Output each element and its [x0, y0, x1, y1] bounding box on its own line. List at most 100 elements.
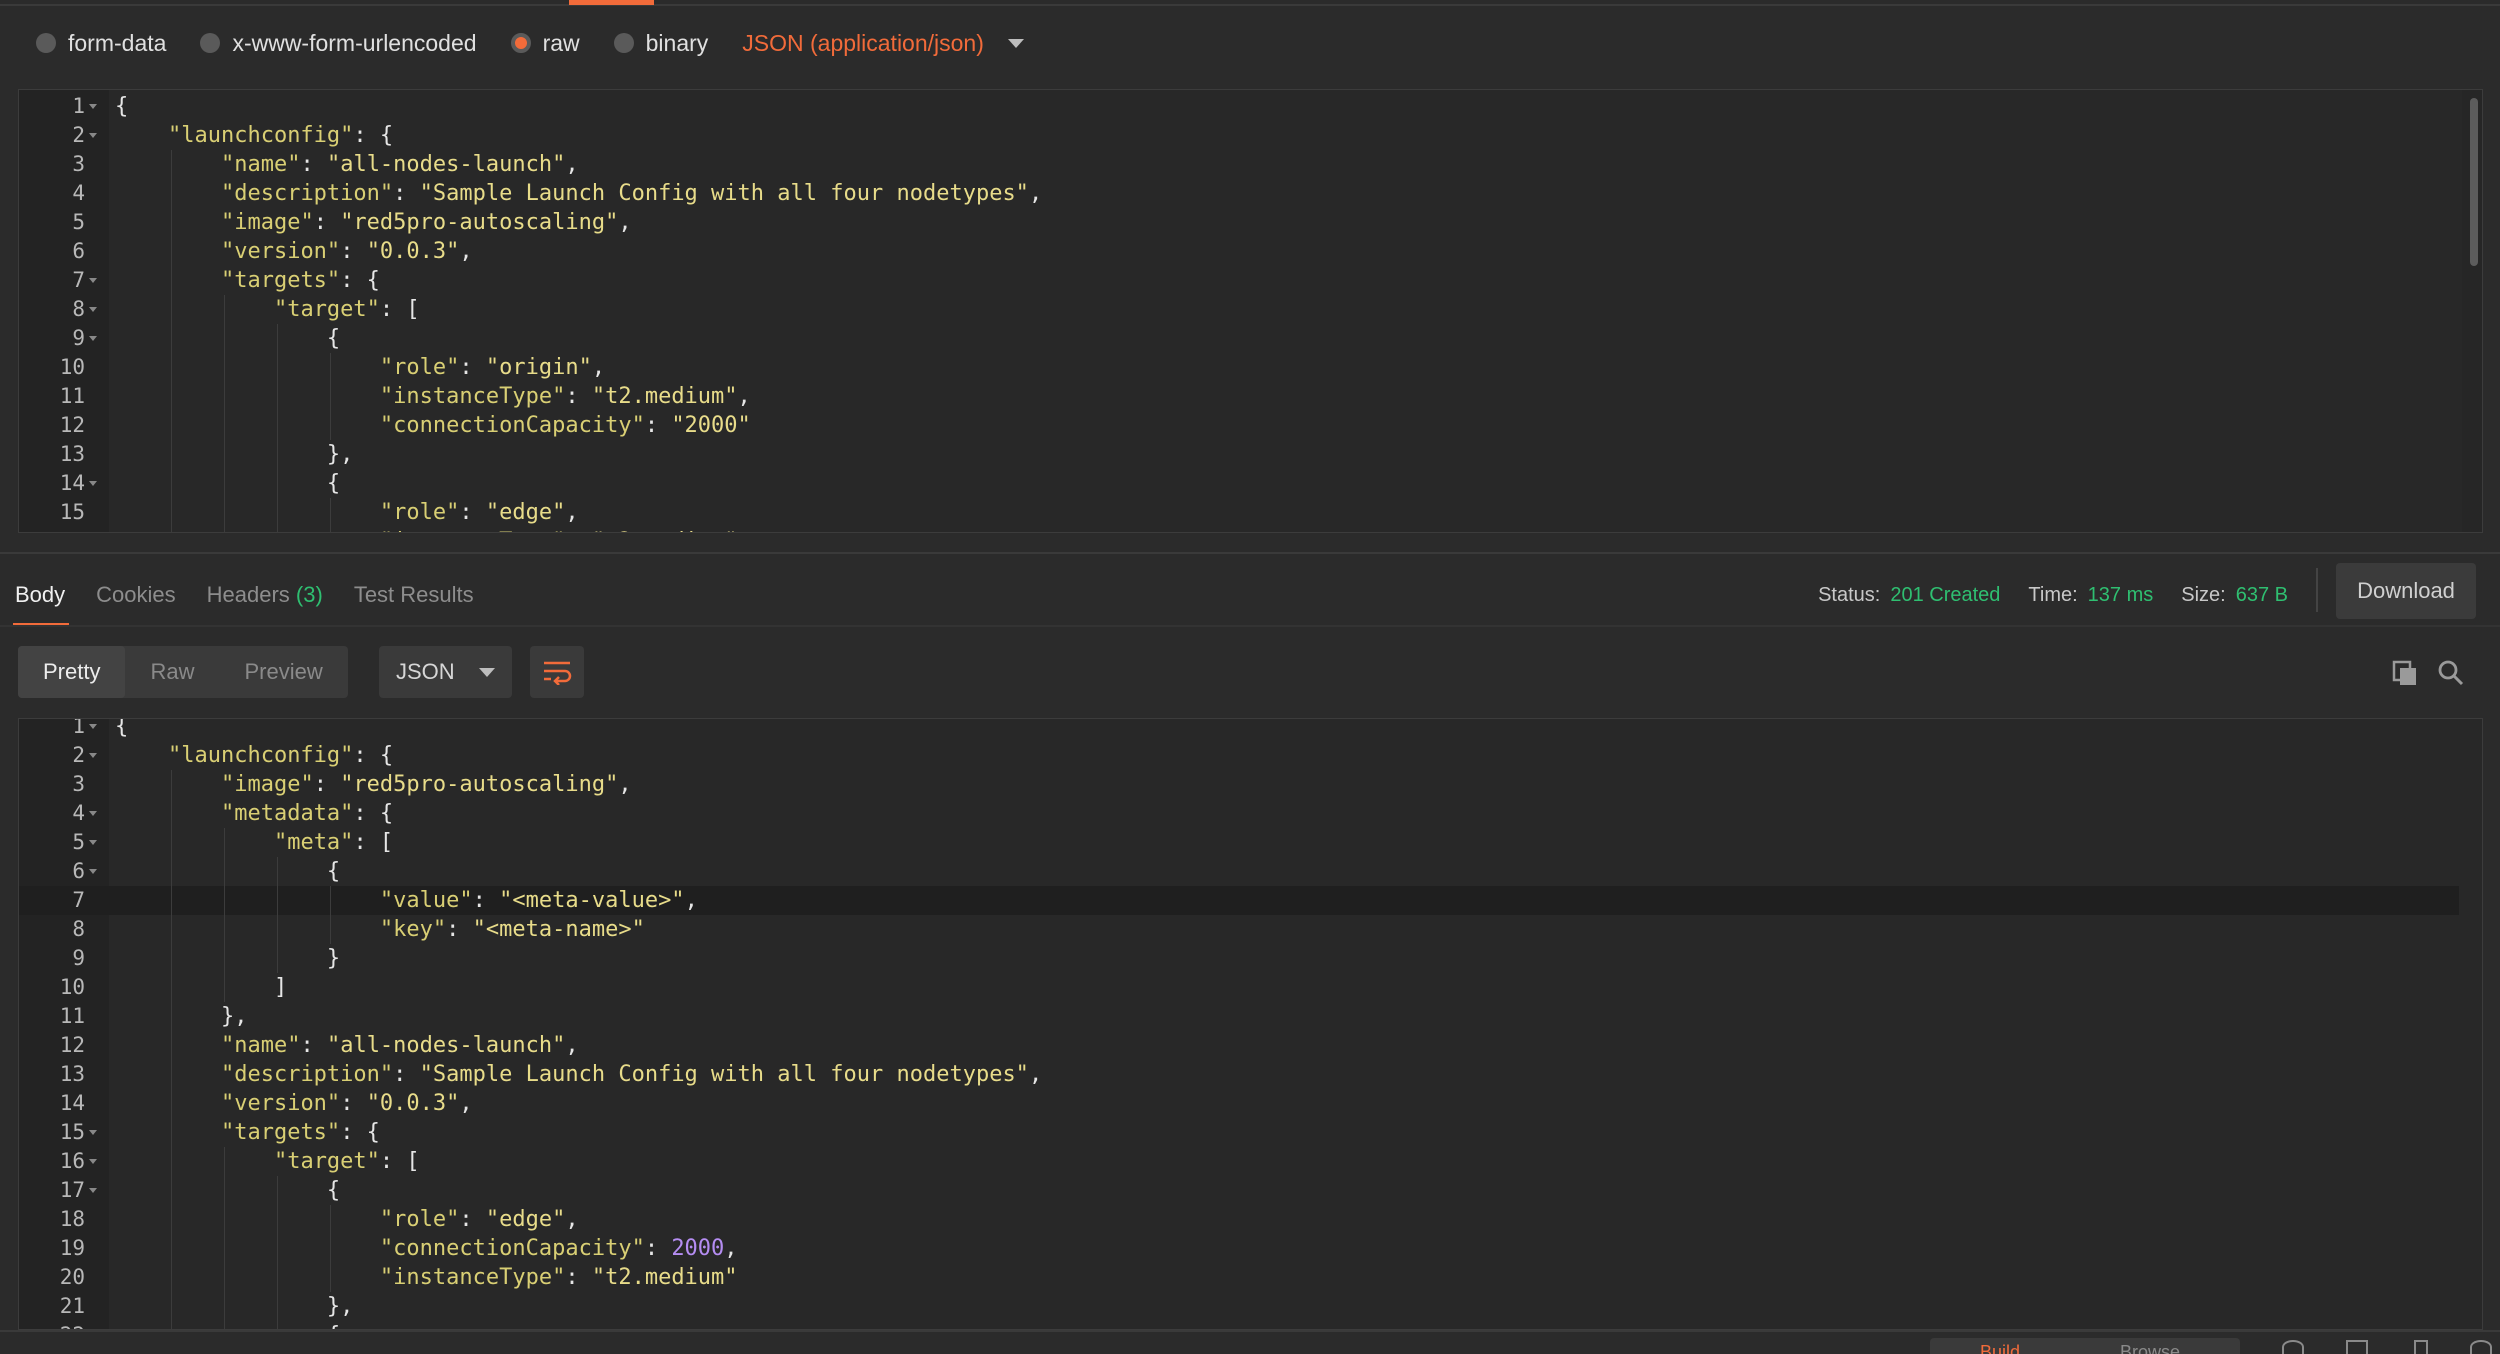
json-punctuation: :: [565, 384, 592, 409]
fold-arrow-icon[interactable]: [89, 869, 97, 874]
time-value[interactable]: 137 ms: [2088, 584, 2154, 607]
scrollbar-thumb[interactable]: [2470, 98, 2478, 266]
preview-button[interactable]: Preview: [219, 646, 347, 698]
fold-arrow-icon[interactable]: [89, 336, 97, 341]
code-line[interactable]: 12 "connectionCapacity": "2000": [19, 411, 2459, 440]
content-type-dropdown[interactable]: JSON (application/json): [742, 30, 1024, 57]
radio-raw[interactable]: raw: [510, 29, 580, 57]
code-text: {: [115, 324, 340, 353]
toolbar-separator: [2316, 568, 2318, 612]
code-line[interactable]: 9 {: [19, 324, 2459, 353]
radio-form-data[interactable]: form-data: [36, 30, 166, 57]
radio-x-www-form-urlencoded[interactable]: x-www-form-urlencoded: [200, 30, 477, 57]
code-line[interactable]: 16 "instanceType": "t2.medium",: [19, 527, 2459, 532]
copy-button[interactable]: [2388, 656, 2422, 690]
json-punctuation: :: [300, 1033, 327, 1058]
line-number: 4: [72, 801, 85, 825]
pretty-button[interactable]: Pretty: [18, 646, 126, 698]
code-line[interactable]: 2 "launchconfig": {: [19, 741, 2459, 770]
code-text: {: [115, 1321, 340, 1329]
code-text: "instanceType": "t2.medium",: [115, 382, 751, 411]
code-line[interactable]: 21 },: [19, 1292, 2459, 1321]
code-line[interactable]: 18 "role": "edge",: [19, 1205, 2459, 1234]
code-line[interactable]: 11 },: [19, 1002, 2459, 1031]
code-line[interactable]: 16 "target": [: [19, 1147, 2459, 1176]
json-punctuation: : {: [353, 123, 394, 148]
tabs-baseline: [0, 625, 2500, 627]
code-line[interactable]: 1{: [19, 719, 2459, 741]
code-line[interactable]: 14 {: [19, 469, 2459, 498]
fold-arrow-icon[interactable]: [89, 1188, 97, 1193]
response-body-viewer[interactable]: 1{2 "launchconfig": {3 "image": "red5pro…: [18, 718, 2483, 1330]
build-tab[interactable]: Build: [1980, 1342, 2020, 1354]
format-select[interactable]: JSON: [379, 646, 512, 698]
code-line[interactable]: 7 "value": "<meta-value>",: [19, 886, 2459, 915]
fold-arrow-icon[interactable]: [89, 724, 97, 729]
fold-arrow-icon[interactable]: [89, 840, 97, 845]
code-line[interactable]: 20 "instanceType": "t2.medium": [19, 1263, 2459, 1292]
code-line[interactable]: 19 "connectionCapacity": 2000,: [19, 1234, 2459, 1263]
code-line[interactable]: 6 "version": "0.0.3",: [19, 237, 2459, 266]
search-button[interactable]: [2434, 656, 2468, 690]
code-line[interactable]: 11 "instanceType": "t2.medium",: [19, 382, 2459, 411]
json-punctuation: ,: [724, 1236, 738, 1261]
code-line[interactable]: 15 "role": "edge",: [19, 498, 2459, 527]
tab-cookies[interactable]: Cookies: [96, 565, 175, 625]
code-line[interactable]: 2 "launchconfig": {: [19, 121, 2459, 150]
json-key: "instanceType": [379, 384, 566, 409]
code-line[interactable]: 5 "image": "red5pro-autoscaling",: [19, 208, 2459, 237]
fold-arrow-icon[interactable]: [89, 1159, 97, 1164]
fold-arrow-icon[interactable]: [89, 481, 97, 486]
radio-binary[interactable]: binary: [613, 30, 708, 57]
raw-button[interactable]: Raw: [125, 646, 219, 698]
json-key: "targets": [220, 268, 341, 293]
code-line[interactable]: 15 "targets": {: [19, 1118, 2459, 1147]
json-key: "targets": [220, 1120, 341, 1145]
json-punctuation: : [: [379, 1149, 420, 1174]
status-value[interactable]: 201 Created: [1890, 584, 2000, 607]
tab-body[interactable]: Body: [12, 565, 70, 627]
code-line[interactable]: 7 "targets": {: [19, 266, 2459, 295]
tab-headers[interactable]: Headers (3): [207, 565, 323, 625]
download-button[interactable]: Download: [2336, 563, 2476, 619]
code-line[interactable]: 14 "version": "0.0.3",: [19, 1089, 2459, 1118]
fold-arrow-icon[interactable]: [89, 104, 97, 109]
request-body-editor[interactable]: 1{2 "launchconfig": {3 "name": "all-node…: [18, 89, 2483, 533]
json-string: "<meta-value>": [499, 888, 685, 913]
code-line[interactable]: 5 "meta": [: [19, 828, 2459, 857]
code-line[interactable]: 22 {: [19, 1321, 2459, 1329]
fold-arrow-icon[interactable]: [89, 307, 97, 312]
line-number: 12: [59, 413, 85, 437]
code-line[interactable]: 13 },: [19, 440, 2459, 469]
code-line[interactable]: 6 {: [19, 857, 2459, 886]
code-line[interactable]: 4 "description": "Sample Launch Config w…: [19, 179, 2459, 208]
code-text: "targets": {: [115, 1118, 380, 1147]
code-line[interactable]: 8 "target": [: [19, 295, 2459, 324]
radio-label: raw: [542, 29, 580, 56]
fold-arrow-icon[interactable]: [89, 753, 97, 758]
line-number: 10: [59, 355, 85, 379]
browse-tab[interactable]: Browse: [2120, 1342, 2180, 1354]
code-line[interactable]: 1{: [19, 92, 2459, 121]
code-line[interactable]: 3 "image": "red5pro-autoscaling",: [19, 770, 2459, 799]
size-value[interactable]: 637 B: [2236, 584, 2288, 607]
code-line[interactable]: 8 "key": "<meta-name>": [19, 915, 2459, 944]
fold-arrow-icon[interactable]: [89, 1130, 97, 1135]
code-line[interactable]: 3 "name": "all-nodes-launch",: [19, 150, 2459, 179]
code-line[interactable]: 10 ]: [19, 973, 2459, 1002]
code-line[interactable]: 17 {: [19, 1176, 2459, 1205]
json-punctuation: {: [326, 1178, 341, 1203]
pane-divider[interactable]: [0, 552, 2500, 554]
fold-arrow-icon[interactable]: [89, 278, 97, 283]
json-punctuation: ,: [1028, 1062, 1043, 1087]
fold-arrow-icon[interactable]: [89, 811, 97, 816]
wrap-lines-button[interactable]: [530, 646, 584, 698]
code-line[interactable]: 9 }: [19, 944, 2459, 973]
line-number: 22: [19, 1321, 85, 1329]
code-line[interactable]: 13 "description": "Sample Launch Config …: [19, 1060, 2459, 1089]
tab-test-results[interactable]: Test Results: [354, 565, 474, 625]
code-line[interactable]: 10 "role": "origin",: [19, 353, 2459, 382]
fold-arrow-icon[interactable]: [89, 133, 97, 138]
code-line[interactable]: 12 "name": "all-nodes-launch",: [19, 1031, 2459, 1060]
code-line[interactable]: 4 "metadata": {: [19, 799, 2459, 828]
